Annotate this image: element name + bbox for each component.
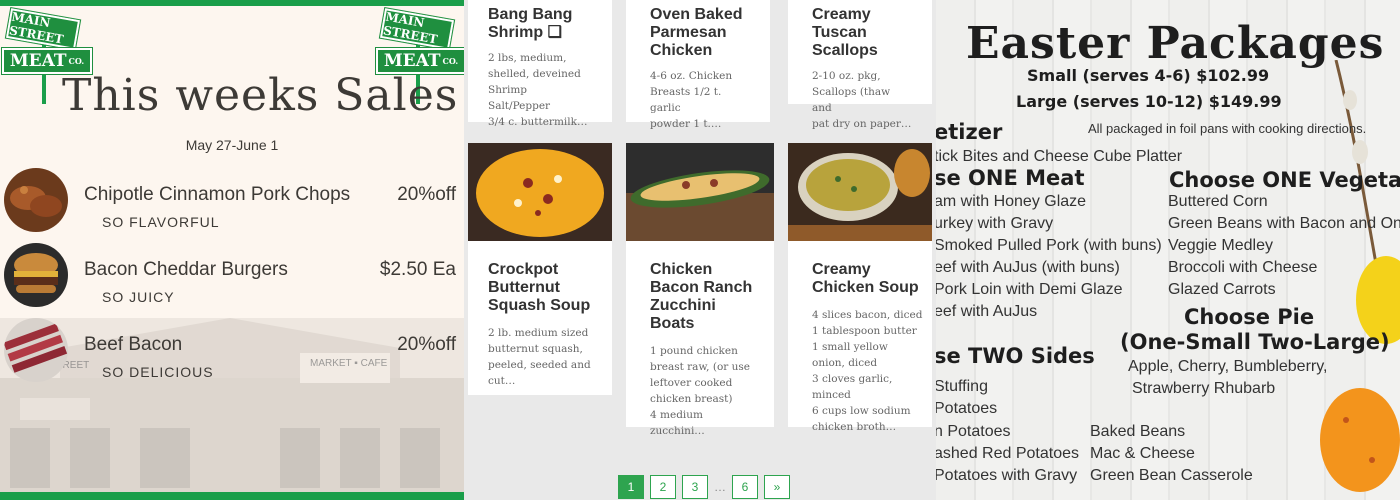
large-package-price: Large (serves 10-12) $149.99: [1016, 92, 1282, 111]
page-link[interactable]: 3: [682, 475, 708, 499]
recipe-card[interactable]: Creamy Chicken Soup 4 slices bacon, dice…: [788, 143, 932, 433]
page-link[interactable]: 6: [732, 475, 758, 499]
meat-option: am with Honey Glaze: [936, 193, 1087, 210]
sale-dates: May 27-June 1: [185, 137, 279, 153]
recipe-excerpt: 2 lbs, medium, shelled, deveined Shrimp …: [488, 52, 588, 128]
sale-item-tagline: SO FLAVORFUL: [102, 214, 220, 230]
sale-item-tagline: SO DELICIOUS: [102, 364, 214, 380]
side-option: Stuffing: [936, 378, 988, 395]
meat-option: Smoked Pulled Pork (with buns): [936, 237, 1162, 254]
vegetable-option: Green Beans with Bacon and On: [1168, 215, 1400, 232]
sale-item: Beef Bacon SO DELICIOUS 20%off: [0, 318, 464, 388]
small-package-price: Small (serves 4-6) $102.99: [1027, 66, 1270, 85]
recipe-card[interactable]: Creamy Tuscan Scallops 2-10 oz. pkg, Sca…: [788, 0, 932, 130]
recipe-card[interactable]: Bang Bang Shrimp ❑ 2 lbs, medium, shelle…: [468, 0, 612, 128]
recipe-title[interactable]: Creamy Chicken Soup: [812, 261, 932, 297]
pie-heading: Choose Pie: [1184, 305, 1315, 329]
recipe-title[interactable]: Crockpot Butternut Squash Soup: [488, 261, 592, 315]
side-option: ashed Red Potatoes: [936, 445, 1079, 462]
appetizer-item: tick Bites and Cheese Cube Platter: [936, 148, 1183, 165]
recipe-excerpt: 2-10 oz. pkg, Scallops (thaw and pat dry…: [812, 70, 912, 130]
easter-title: Easter Packages: [966, 18, 1385, 69]
beef-bacon-photo: [4, 318, 68, 382]
sale-item-price: $2.50 Ea: [379, 259, 456, 280]
pie-options: Strawberry Rhubarb: [1132, 380, 1276, 397]
sale-item-name: Chipotle Cinnamon Pork Chops: [84, 184, 351, 205]
squash-soup-photo[interactable]: [468, 143, 612, 241]
logo-line1: MAIN STREET: [4, 6, 82, 52]
sale-item-name: Bacon Cheddar Burgers: [84, 259, 288, 280]
burger-photo: [4, 243, 68, 307]
recipe-title[interactable]: Creamy Tuscan Scallops: [812, 6, 912, 60]
zucchini-boats-photo[interactable]: [626, 143, 774, 241]
sides-heading: se TWO Sides: [936, 344, 1095, 368]
recipe-excerpt: 1 pound chicken breast raw, (or use left…: [650, 345, 750, 437]
sale-item-price: 20%off: [397, 334, 456, 355]
easter-packages-panel: Easter Packages Small (serves 4-6) $102.…: [936, 0, 1400, 500]
page-link[interactable]: 2: [650, 475, 676, 499]
side-option: n Potatoes: [936, 423, 1011, 440]
logo-line1: MAIN STREET: [378, 6, 456, 52]
vegetable-option: Veggie Medley: [1168, 237, 1273, 254]
packaging-note: All packaged in foil pans with cooking d…: [1088, 121, 1367, 136]
recipe-card[interactable]: Chicken Bacon Ranch Zucchini Boats 1 pou…: [626, 143, 774, 437]
sale-item-price: 20%off: [397, 184, 456, 205]
side-option: Baked Beans: [1090, 423, 1186, 440]
recipe-card[interactable]: Crockpot Butternut Squash Soup 2 lb. med…: [468, 143, 612, 395]
pie-options: Apple, Cherry, Bumbleberry,: [1128, 358, 1328, 375]
side-option: Potatoes with Gravy: [936, 467, 1078, 484]
meat-option: eef with AuJus (with buns): [936, 259, 1120, 276]
bottom-green-bar: [0, 492, 464, 500]
side-option: Mac & Cheese: [1090, 445, 1195, 462]
vegetable-heading: Choose ONE Vegetab: [1169, 168, 1400, 192]
recipe-title[interactable]: Chicken Bacon Ranch Zucchini Boats: [650, 261, 754, 333]
pork-chops-photo: [4, 168, 68, 232]
recipe-title[interactable]: Bang Bang Shrimp ❑: [488, 6, 592, 42]
meat-option: Pork Loin with Demi Glaze: [936, 281, 1123, 298]
sale-item-tagline: SO JUICY: [102, 289, 175, 305]
pagination-ellipsis: …: [714, 480, 726, 494]
meat-option: eef with AuJus: [936, 303, 1038, 320]
page-title: This weeks Sales: [62, 70, 459, 121]
pagination: 1 2 3 … 6 »: [618, 475, 790, 499]
weekly-sales-panel: MAIN STREET MARKET ▪ CAFE MAIN STREET ME…: [0, 0, 464, 500]
sale-item: Bacon Cheddar Burgers SO JUICY $2.50 Ea: [0, 243, 464, 313]
recipe-card[interactable]: Oven Baked Parmesan Chicken 4-6 oz. Chic…: [626, 0, 770, 130]
recipe-title[interactable]: Oven Baked Parmesan Chicken: [650, 6, 750, 60]
next-page-link[interactable]: »: [764, 475, 790, 499]
recipe-excerpt: 4-6 oz. Chicken Breasts 1/2 t. garlic po…: [650, 70, 733, 130]
appetizer-heading: etizer: [936, 120, 1003, 144]
recipes-panel: Bang Bang Shrimp ❑ 2 lbs, medium, shelle…: [464, 0, 936, 500]
page-link[interactable]: 1: [618, 475, 644, 499]
vegetable-option: Broccoli with Cheese: [1168, 259, 1318, 276]
vegetable-option: Glazed Carrots: [1168, 281, 1276, 298]
meat-heading: se ONE Meat: [936, 166, 1085, 190]
side-option: Green Bean Casserole: [1090, 467, 1253, 484]
meat-option: urkey with Gravy: [936, 215, 1054, 232]
recipe-excerpt: 4 slices bacon, diced 1 tablespoon butte…: [812, 309, 923, 433]
chicken-soup-photo[interactable]: [788, 143, 932, 241]
sale-item: Chipotle Cinnamon Pork Chops SO FLAVORFU…: [0, 168, 464, 238]
side-option: Potatoes: [936, 400, 998, 417]
vegetable-option: Buttered Corn: [1168, 193, 1268, 210]
recipe-excerpt: 2 lb. medium sized butternut squash, pee…: [488, 327, 591, 387]
sale-item-name: Beef Bacon: [84, 334, 183, 355]
pie-subheading: (One-Small Two-Large): [1120, 330, 1390, 354]
